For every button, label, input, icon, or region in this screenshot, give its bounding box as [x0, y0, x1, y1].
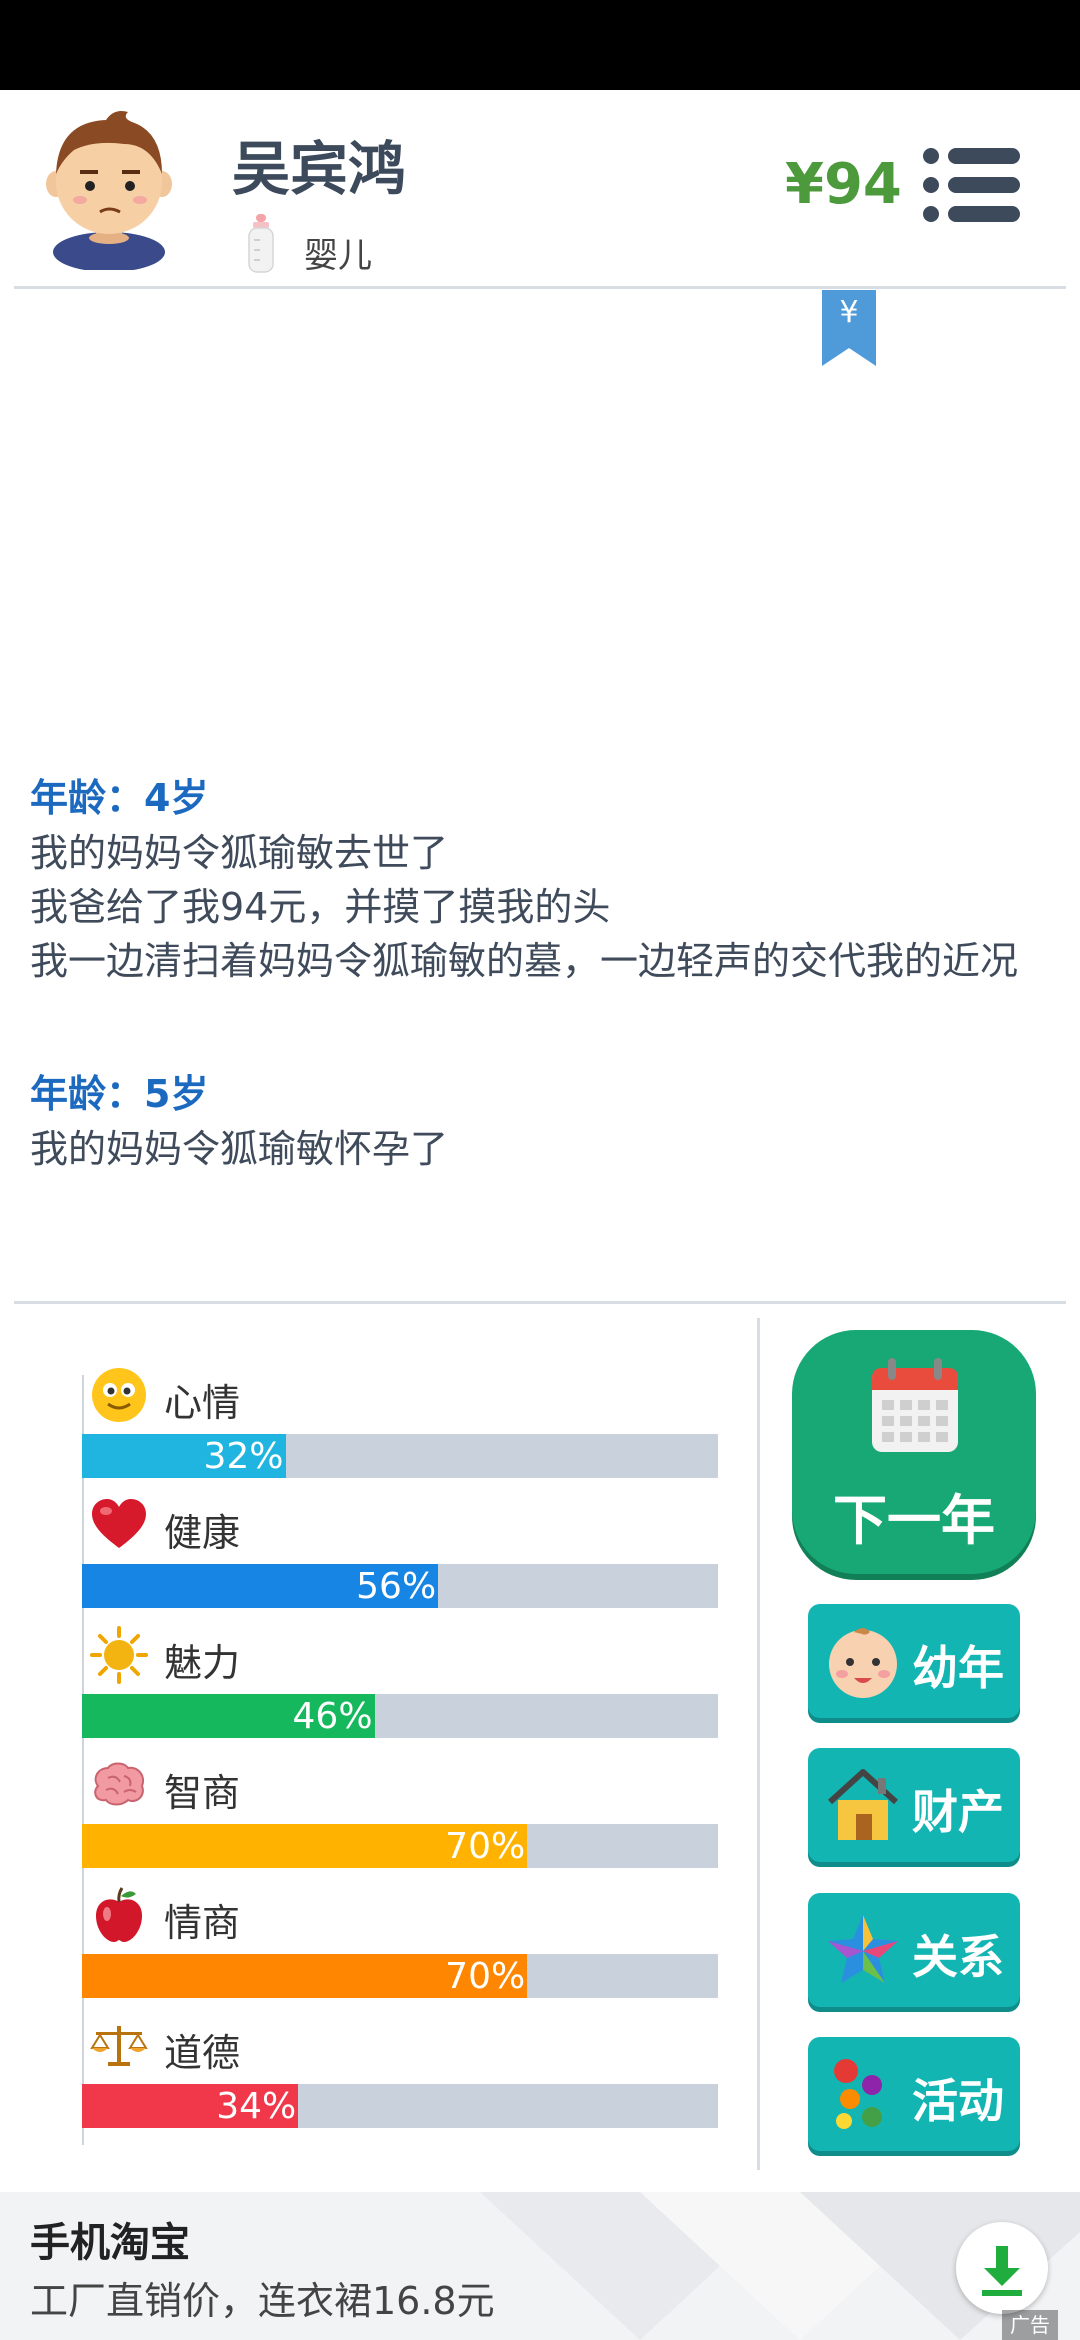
next-year-label: 下一年 [833, 1489, 995, 1552]
house-icon [827, 1769, 899, 1840]
stat-health: 健康 56% [82, 1496, 718, 1626]
activity-label: 活动 [912, 2074, 1004, 2128]
scale-icon [90, 2026, 148, 2066]
stat-value: 46% [292, 1696, 373, 1737]
stat-bar: 46% [82, 1694, 718, 1738]
ad-description: 工厂直销价，连衣裙16.8元 [30, 2279, 495, 2323]
stat-bar-fill: 70% [82, 1824, 528, 1868]
stat-name: 魅力 [164, 1641, 241, 1685]
next-year-button[interactable]: 下一年 [792, 1330, 1036, 1574]
log-line: 我的妈妈令狐瑜敏怀孕了 [30, 1127, 449, 1171]
apple-icon [96, 1887, 142, 1942]
player-name: 吴宾鸿 [232, 135, 407, 203]
brain-icon [94, 1762, 144, 1806]
status-bar [0, 0, 1080, 90]
childhood-button[interactable]: 幼年 [808, 1604, 1020, 1718]
ad-download-button[interactable] [956, 2222, 1048, 2314]
stat-value: 70% [445, 1956, 526, 1997]
stat-name: 健康 [164, 1511, 241, 1555]
stat-bar-fill: 46% [82, 1694, 375, 1738]
star-icon [828, 1915, 898, 1983]
stat-morality: 道德 34% [82, 2016, 718, 2146]
log-line: 我爸给了我94元，并摸了摸我的头 [30, 885, 611, 929]
stat-value: 32% [203, 1436, 284, 1477]
svg-text:¥: ¥ [839, 295, 858, 330]
menu-icon[interactable] [922, 146, 1022, 224]
smile-face-icon [92, 1368, 146, 1422]
section-divider [14, 1301, 1066, 1304]
stat-name: 心情 [164, 1381, 241, 1425]
baby-bottle-icon [248, 214, 274, 273]
life-stage-label: 婴儿 [304, 236, 372, 276]
log-age: 年龄：4岁 [30, 776, 209, 820]
stat-bar: 56% [82, 1564, 718, 1608]
stat-bar: 34% [82, 2084, 718, 2128]
log-entry: 年龄：5岁 我的妈妈令狐瑜敏怀孕了 [30, 1066, 1050, 1176]
stat-name: 情商 [164, 1901, 241, 1945]
stat-value: 34% [216, 2086, 297, 2127]
money-bookmark-icon[interactable]: ¥ [822, 290, 876, 366]
money-balance: ¥94 [785, 152, 902, 217]
log-line: 我一边清扫着妈妈令狐瑜敏的墓，一边轻声的交代我的近况 [30, 939, 1019, 983]
activity-dots-icon [834, 2059, 882, 2129]
sun-icon [90, 1626, 148, 1684]
stat-value: 70% [445, 1826, 526, 1867]
relations-button[interactable]: 关系 [808, 1893, 1020, 2007]
log-age: 年龄：5岁 [30, 1072, 209, 1116]
heart-icon [92, 1499, 146, 1548]
baby-face-icon [829, 1628, 897, 1698]
stat-name: 道德 [164, 2031, 241, 2075]
property-button[interactable]: 财产 [808, 1748, 1020, 1862]
event-log: 年龄：4岁 我的妈妈令狐瑜敏去世了 我爸给了我94元，并摸了摸我的头 我一边清扫… [30, 770, 1050, 1254]
childhood-label: 幼年 [912, 1641, 1004, 1695]
stat-bar-fill: 70% [82, 1954, 528, 1998]
stat-value: 56% [356, 1566, 437, 1607]
avatar [46, 111, 172, 270]
download-icon [982, 2246, 1022, 2296]
ad-banner[interactable]: 手机淘宝 工厂直销价，连衣裙16.8元 广告 [0, 2192, 1080, 2340]
stat-bar: 70% [82, 1824, 718, 1868]
stat-eq: 情商 70% [82, 1886, 718, 2016]
stat-bar: 32% [82, 1434, 718, 1478]
relations-label: 关系 [912, 1930, 1004, 1984]
log-line: 我的妈妈令狐瑜敏去世了 [30, 831, 449, 875]
stat-bar-fill: 32% [82, 1434, 286, 1478]
log-entry: 年龄：4岁 我的妈妈令狐瑜敏去世了 我爸给了我94元，并摸了摸我的头 我一边清扫… [30, 770, 1050, 988]
ad-title: 手机淘宝 [30, 2220, 190, 2266]
stat-bar-fill: 56% [82, 1564, 439, 1608]
stat-bar-fill: 34% [82, 2084, 299, 2128]
stat-bar: 70% [82, 1954, 718, 1998]
stat-mood: 心情 32% [82, 1366, 718, 1496]
stat-iq: 智商 70% [82, 1756, 718, 1886]
stat-name: 智商 [164, 1771, 241, 1815]
activity-button[interactable]: 活动 [808, 2037, 1020, 2151]
stat-charm: 魅力 46% [82, 1626, 718, 1756]
calendar-icon [872, 1358, 958, 1452]
property-label: 财产 [912, 1785, 1004, 1839]
panel-divider [757, 1318, 760, 2170]
stats-panel: 心情 32% 健康 56% 魅力 46% 智商 70% 情商 70% 道德 34… [82, 1366, 718, 2146]
header-divider [14, 286, 1066, 289]
ad-badge: 广告 [1002, 2310, 1058, 2340]
